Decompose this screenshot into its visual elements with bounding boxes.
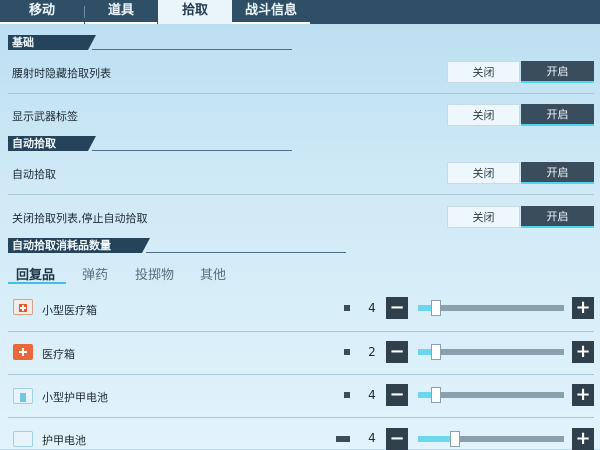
setting-auto-pickup-label: 自动拾取 — [12, 168, 56, 181]
tab-combat-info[interactable]: 战斗信息 — [232, 0, 310, 24]
toggle-on-label: 开启 — [546, 108, 569, 121]
subtab-recovery-label: 回复品 — [16, 268, 56, 283]
toggle-show-weapon-tag: 关闭 开启 — [447, 104, 595, 126]
subtab-underline — [8, 282, 66, 284]
subtab-recovery[interactable]: 回复品 — [16, 264, 55, 283]
decrease-button[interactable]: − — [386, 428, 408, 450]
increase-button[interactable]: + — [572, 341, 594, 363]
toggle-on-label: 开启 — [546, 166, 569, 179]
small-medkit-icon — [13, 299, 33, 315]
item-marker — [344, 392, 350, 398]
tab-underline — [85, 22, 157, 24]
toggle-hide-pickup-list: 关闭 开启 — [447, 61, 595, 83]
tab-items[interactable]: 道具 — [85, 0, 157, 24]
item-marker — [336, 436, 350, 442]
tab-pickup-label: 拾取 — [181, 3, 208, 18]
item-label: 小型医疗箱 — [42, 304, 97, 317]
section-auto-consume-title: 自动拾取消耗品数量 — [12, 239, 111, 252]
row-divider — [8, 93, 594, 94]
tab-move[interactable]: 移动 — [0, 0, 84, 24]
setting-hide-pickup-list-label: 腰射时隐藏拾取列表 — [12, 67, 111, 80]
subtab-throwables-label: 投掷物 — [135, 268, 175, 283]
row-divider — [8, 417, 594, 418]
toggle-off-label: 关闭 — [472, 66, 495, 79]
toggle-close-list-stop-pickup: 关闭 开启 — [447, 206, 595, 228]
tab-move-label: 移动 — [28, 3, 55, 18]
slider-knob[interactable] — [450, 431, 460, 447]
toggle-on-label: 开启 — [546, 65, 569, 78]
medkit-icon-glyph — [19, 348, 27, 356]
quantity-slider[interactable] — [418, 387, 564, 403]
small-medkit-icon-glyph — [19, 304, 27, 312]
decrease-button[interactable]: − — [386, 341, 408, 363]
small-armor-battery-icon — [13, 388, 33, 404]
toggle-on-button[interactable]: 开启 — [521, 61, 594, 83]
section-line — [146, 252, 346, 253]
tab-items-label: 道具 — [107, 3, 134, 18]
toggle-off-label: 关闭 — [472, 167, 495, 180]
section-line — [92, 49, 292, 50]
armor-battery-icon — [13, 431, 33, 447]
medkit-icon — [13, 344, 33, 360]
tab-underline — [0, 22, 84, 24]
toggle-on-button[interactable]: 开启 — [521, 104, 594, 126]
row-divider — [8, 374, 594, 375]
toggle-auto-pickup: 关闭 开启 — [447, 162, 595, 184]
subtab-ammo-label: 弹药 — [82, 268, 109, 283]
toggle-off-button[interactable]: 关闭 — [447, 206, 520, 228]
increase-button[interactable]: + — [572, 297, 594, 319]
increase-button[interactable]: + — [572, 428, 594, 450]
item-marker — [344, 349, 350, 355]
quantity-slider[interactable] — [418, 431, 564, 447]
slider-knob[interactable] — [431, 387, 441, 403]
section-auto-pickup-title: 自动拾取 — [12, 137, 56, 150]
section-auto-consume-header: 自动拾取消耗品数量 — [8, 238, 346, 253]
toggle-off-button[interactable]: 关闭 — [447, 61, 520, 83]
subtab-other[interactable]: 其他 — [200, 264, 226, 283]
tab-underline — [232, 22, 310, 24]
item-value: 4 — [368, 301, 376, 315]
item-value: 4 — [368, 431, 376, 445]
toggle-off-label: 关闭 — [472, 211, 495, 224]
toggle-on-button[interactable]: 开启 — [521, 206, 594, 228]
item-marker — [344, 305, 350, 311]
slider-knob[interactable] — [431, 300, 441, 316]
subtab-ammo[interactable]: 弹药 — [82, 264, 108, 283]
tab-combat-info-label: 战斗信息 — [244, 3, 297, 18]
setting-show-weapon-tag-label: 显示武器标签 — [12, 110, 78, 123]
section-line — [92, 150, 292, 151]
toggle-off-button[interactable]: 关闭 — [447, 104, 520, 126]
item-label: 护甲电池 — [42, 434, 86, 447]
item-value: 2 — [368, 345, 376, 359]
item-label: 小型护甲电池 — [42, 391, 108, 404]
decrease-button[interactable]: − — [386, 297, 408, 319]
toggle-off-button[interactable]: 关闭 — [447, 162, 520, 184]
toggle-on-button[interactable]: 开启 — [521, 162, 594, 184]
item-value: 4 — [368, 388, 376, 402]
section-basic-title: 基础 — [12, 36, 34, 49]
quantity-slider[interactable] — [418, 300, 564, 316]
setting-close-list-stop-pickup-label: 关闭拾取列表,停止自动拾取 — [12, 212, 148, 225]
tab-pickup[interactable]: 拾取 — [158, 0, 232, 24]
section-basic-header: 基础 — [8, 35, 298, 50]
subtab-throwables[interactable]: 投掷物 — [135, 264, 174, 283]
item-label: 医疗箱 — [42, 348, 75, 361]
row-divider — [8, 331, 594, 332]
quantity-slider[interactable] — [418, 344, 564, 360]
small-armor-battery-icon-glyph — [20, 393, 26, 402]
decrease-button[interactable]: − — [386, 384, 408, 406]
subtab-other-label: 其他 — [200, 268, 227, 283]
slider-knob[interactable] — [431, 344, 441, 360]
section-auto-pickup-header: 自动拾取 — [8, 136, 298, 151]
toggle-off-label: 关闭 — [472, 109, 495, 122]
toggle-on-label: 开启 — [546, 210, 569, 223]
increase-button[interactable]: + — [572, 384, 594, 406]
row-divider — [8, 194, 594, 195]
